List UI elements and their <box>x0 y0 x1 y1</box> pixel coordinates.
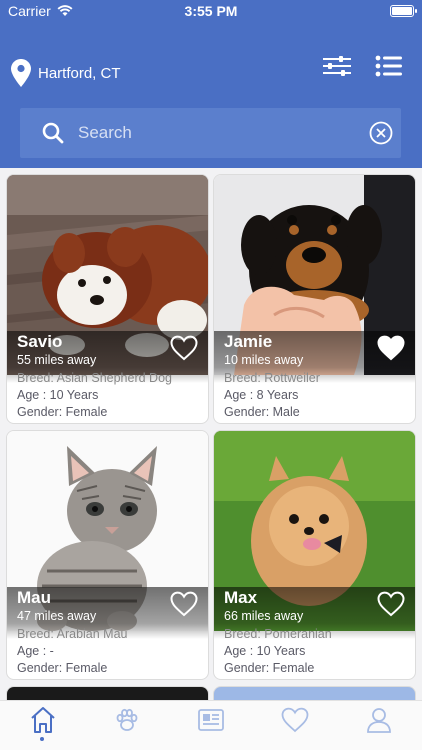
heart-outline-icon <box>170 591 198 617</box>
pet-name: Max <box>224 588 258 607</box>
favorite-button[interactable] <box>377 591 405 617</box>
favorite-button[interactable] <box>170 335 198 361</box>
status-time: 3:55 PM <box>184 3 238 19</box>
close-circle-icon <box>369 121 393 145</box>
clear-search-button[interactable] <box>369 121 393 145</box>
pet-gender: Gender: Female <box>17 405 108 419</box>
list-icon <box>375 55 402 77</box>
heart-icon <box>281 707 309 733</box>
tab-home[interactable] <box>28 705 58 735</box>
tab-favorites[interactable] <box>280 705 310 735</box>
active-tab-indicator <box>40 737 44 741</box>
location-selector[interactable]: Hartford, CT <box>10 58 121 88</box>
search-icon <box>42 122 64 144</box>
tab-pets[interactable] <box>112 705 142 735</box>
pet-age: Age : 10 Years <box>224 644 306 658</box>
favorite-button[interactable] <box>377 335 405 361</box>
tab-bar <box>0 700 422 750</box>
profile-icon <box>367 708 391 733</box>
pet-gender: Gender: Female <box>17 661 108 675</box>
tab-news[interactable] <box>196 705 226 735</box>
pet-distance: 55 miles away <box>17 353 97 367</box>
pet-card[interactable]: Jamie 10 miles away Breed: Rottweiler Ag… <box>213 174 416 424</box>
pet-breed: Breed: Arabian Mau <box>17 627 128 641</box>
pet-distance: 10 miles away <box>224 353 304 367</box>
pet-age: Age : 10 Years <box>17 388 99 402</box>
heart-outline-icon <box>170 335 198 361</box>
pet-breed: Breed: Pomeranian <box>224 627 332 641</box>
sliders-icon <box>323 56 351 76</box>
pet-gender: Gender: Female <box>224 661 315 675</box>
battery-icon <box>390 5 417 17</box>
location-pin-icon <box>11 59 31 87</box>
favorite-button[interactable] <box>170 591 198 617</box>
status-bar: Carrier 3:55 PM <box>0 0 422 24</box>
pet-age: Age : - <box>17 644 54 658</box>
search-bar <box>20 108 401 158</box>
pet-age: Age : 8 Years <box>224 388 299 402</box>
app-header: Carrier 3:55 PM Hartford, CT <box>0 0 422 168</box>
pet-card[interactable]: Savio 55 miles away Breed: Asian Shepher… <box>6 174 209 424</box>
pet-card[interactable]: Mau 47 miles away Breed: Arabian Mau Age… <box>6 430 209 680</box>
list-view-button[interactable] <box>375 54 403 78</box>
pet-name: Jamie <box>224 332 273 351</box>
search-input[interactable] <box>78 118 358 148</box>
pet-breed: Breed: Asian Shepherd Dog <box>17 371 172 385</box>
pet-breed: Breed: Rottweiler <box>224 371 320 385</box>
pet-gender: Gender: Male <box>224 405 300 419</box>
pet-distance: 47 miles away <box>17 609 97 623</box>
tab-profile[interactable] <box>364 705 394 735</box>
pet-name: Mau <box>17 588 51 607</box>
heart-outline-icon <box>377 591 405 617</box>
pet-name: Savio <box>17 332 63 351</box>
filter-button[interactable] <box>322 54 352 78</box>
location-label: Hartford, CT <box>38 64 121 82</box>
heart-filled-icon <box>377 335 405 361</box>
paw-icon <box>116 708 138 731</box>
pet-distance: 66 miles away <box>224 609 304 623</box>
pet-card[interactable]: Max 66 miles away Breed: Pomeranian Age … <box>213 430 416 680</box>
home-icon <box>31 707 55 733</box>
news-icon <box>198 709 224 731</box>
